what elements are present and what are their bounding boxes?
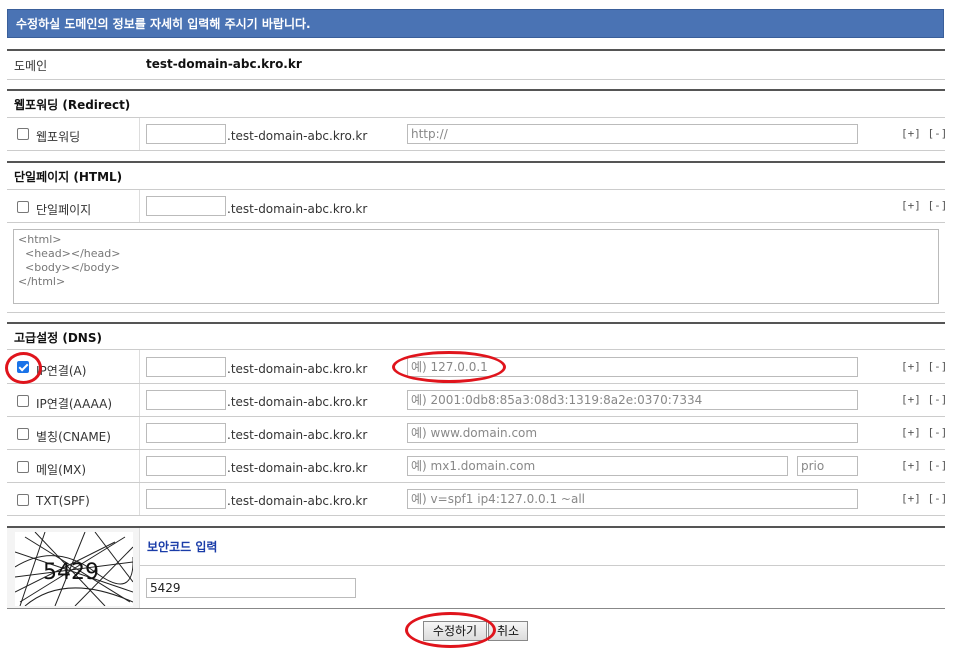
divider [7, 312, 945, 313]
divider [7, 117, 945, 118]
mx-priority-input[interactable]: prio [797, 456, 858, 476]
ipv6-label: IP연결(AAAA) [36, 397, 113, 411]
divider [7, 383, 945, 384]
divider [7, 189, 945, 190]
divider [139, 190, 140, 222]
divider [7, 482, 945, 483]
add-remove-links[interactable]: [+] [-] [901, 459, 947, 472]
mx-label: 메일(MX) [36, 463, 87, 477]
divider [7, 161, 945, 163]
mx-checkbox[interactable] [17, 461, 29, 473]
ipv4-label: IP연결(A) [36, 364, 87, 378]
txt-subdomain-input[interactable] [146, 489, 226, 509]
divider [7, 449, 945, 450]
mx-subdomain-input[interactable] [146, 456, 226, 476]
domain-suffix: .test-domain-abc.kro.kr [227, 395, 368, 409]
ipv6-subdomain-input[interactable] [146, 390, 226, 410]
captcha-noise-lines: 5429 [14, 531, 134, 607]
domain-suffix: .test-domain-abc.kro.kr [227, 362, 368, 376]
add-remove-links[interactable]: [+] [-] [901, 426, 947, 439]
divider [7, 89, 945, 91]
ipv4-subdomain-input[interactable] [146, 357, 226, 377]
domain-suffix: .test-domain-abc.kro.kr [227, 202, 368, 216]
webforward-subdomain-input[interactable] [146, 124, 226, 144]
divider [7, 49, 945, 51]
add-remove-links[interactable]: [+] [-] [901, 492, 947, 505]
divider [139, 350, 140, 516]
divider [7, 349, 945, 350]
mx-value-input[interactable]: 예) mx1.domain.com [407, 456, 788, 476]
divider [139, 528, 140, 609]
singlepage-subdomain-input[interactable] [146, 196, 226, 216]
divider [7, 515, 945, 516]
captcha-text: 5429 [43, 560, 99, 585]
divider [7, 322, 945, 324]
add-remove-links[interactable]: [+] [-] [901, 393, 947, 406]
dns-section-title: 고급설정 (DNS) [14, 331, 102, 345]
ipv6-value-input[interactable]: 예) 2001:0db8:85a3:08d3:1319:8a2e:0370:73… [407, 390, 858, 410]
singlepage-checkbox[interactable] [17, 201, 29, 213]
domain-suffix: .test-domain-abc.kro.kr [227, 494, 368, 508]
divider [7, 79, 945, 80]
highlight-ring [5, 352, 42, 384]
divider [7, 608, 945, 609]
divider [140, 565, 945, 566]
divider [7, 526, 945, 528]
divider [7, 416, 945, 417]
webforward-url-input[interactable]: http:// [407, 124, 858, 144]
add-remove-links[interactable]: [+] [-] [901, 199, 947, 212]
captcha-image: 5429 [14, 531, 134, 607]
txt-label: TXT(SPF) [36, 494, 90, 508]
add-remove-links[interactable]: [+] [-] [901, 360, 947, 373]
highlight-ring [405, 612, 496, 648]
webforward-checkbox[interactable] [17, 128, 29, 140]
divider [7, 150, 945, 151]
txt-value-input[interactable]: 예) v=spf1 ip4:127.0.0.1 ~all [407, 489, 858, 509]
highlight-ring [392, 351, 506, 383]
singlepage-label: 단일페이지 [36, 203, 92, 217]
domain-label: 도메인 [14, 59, 48, 73]
page-notice-banner: 수정하실 도메인의 정보를 자세히 입력해 주시기 바랍니다. [7, 9, 944, 38]
domain-suffix: .test-domain-abc.kro.kr [227, 461, 368, 475]
html-textarea[interactable]: <html> <head></head> <body></body> </htm… [13, 229, 939, 304]
webforward-section-title: 웹포워딩 (Redirect) [14, 98, 131, 112]
cname-subdomain-input[interactable] [146, 423, 226, 443]
cname-checkbox[interactable] [17, 428, 29, 440]
webforward-label: 웹포워딩 [36, 130, 81, 144]
cname-label: 별칭(CNAME) [36, 430, 111, 444]
security-code-input[interactable]: 5429 [146, 578, 356, 598]
domain-suffix: .test-domain-abc.kro.kr [227, 428, 368, 442]
txt-checkbox[interactable] [17, 494, 29, 506]
cname-value-input[interactable]: 예) www.domain.com [407, 423, 858, 443]
security-code-title: 보안코드 입력 [147, 540, 218, 554]
domain-value: test-domain-abc.kro.kr [146, 57, 302, 71]
divider [139, 118, 140, 150]
divider [7, 222, 945, 223]
ipv6-checkbox[interactable] [17, 395, 29, 407]
singlepage-section-title: 단일페이지 (HTML) [14, 170, 123, 184]
add-remove-links[interactable]: [+] [-] [901, 127, 947, 140]
domain-suffix: .test-domain-abc.kro.kr [227, 129, 368, 143]
